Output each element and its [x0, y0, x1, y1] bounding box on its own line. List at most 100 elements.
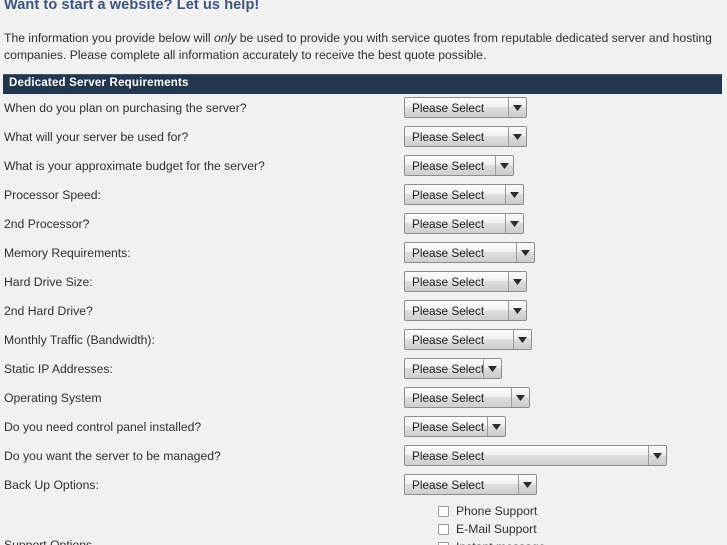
section-header-title: Dedicated Server Requirements — [9, 77, 189, 89]
support-option-label: Phone Support — [456, 504, 538, 518]
select-selected-value: Please Select — [412, 100, 485, 115]
select-selected-value: Please Select — [412, 216, 485, 231]
select-selected-value: Please Select — [412, 274, 485, 289]
requirements-form: When do you plan on purchasing the serve… — [0, 96, 727, 545]
form-row: Back Up Options: Please Select — [0, 473, 727, 502]
form-row-label: Do you want the server to be managed? — [4, 449, 221, 463]
support-option[interactable]: E-Mail Support — [438, 520, 545, 538]
intro-emphasis: only — [214, 31, 237, 45]
form-row: Static IP Addresses: Please Select — [0, 357, 727, 386]
form-row: When do you plan on purchasing the serve… — [0, 96, 727, 125]
chevron-down-icon[interactable] — [505, 214, 523, 233]
form-row-field: Please Select — [404, 358, 502, 379]
form-row: 2nd Processor? Please Select — [0, 212, 727, 241]
form-row: Memory Requirements: Please Select — [0, 241, 727, 270]
select-dropdown[interactable]: Please Select — [404, 445, 667, 466]
chevron-down-icon[interactable] — [508, 301, 526, 320]
form-row-field: Please Select — [404, 126, 527, 147]
form-row-label: Operating System — [4, 391, 102, 405]
support-option[interactable]: Instant message — [438, 538, 545, 545]
select-dropdown[interactable]: Please Select — [404, 271, 527, 292]
form-row-field: Please Select — [404, 184, 524, 205]
form-row-label: 2nd Hard Drive? — [4, 304, 93, 318]
form-row-field: Please Select — [404, 300, 527, 321]
chevron-down-icon[interactable] — [508, 127, 526, 146]
select-dropdown[interactable]: Please Select — [404, 387, 530, 408]
form-row-label: Monthly Traffic (Bandwidth): — [4, 333, 155, 347]
checkbox-icon[interactable] — [438, 505, 449, 517]
select-selected-value: Please Select — [412, 361, 483, 376]
checkbox-icon[interactable] — [438, 541, 449, 545]
chevron-down-icon[interactable] — [487, 417, 505, 436]
support-option-label: Instant message — [456, 540, 545, 545]
form-row-label: Memory Requirements: — [4, 246, 131, 260]
chevron-down-icon[interactable] — [648, 446, 666, 465]
support-options-checkbox-group: Phone Support E-Mail Support Instant messa… — [438, 502, 545, 545]
chevron-down-icon[interactable] — [505, 185, 523, 204]
form-row-field: Please Select — [404, 387, 530, 408]
form-row-field: Please Select — [404, 271, 527, 292]
select-selected-value: Please Select — [412, 187, 485, 202]
chevron-down-icon[interactable] — [508, 98, 526, 117]
form-row: Do you need control panel installed? Plea… — [0, 415, 727, 444]
select-dropdown[interactable]: Please Select — [404, 97, 527, 118]
select-dropdown[interactable]: Please Select — [404, 155, 514, 176]
section-header-bar: Dedicated Server Requirements — [3, 74, 722, 94]
form-row-field: Please Select — [404, 474, 537, 495]
form-row-field: Please Select — [404, 416, 506, 437]
form-row-label: What will your server be used for? — [4, 130, 189, 144]
select-selected-value: Please Select — [412, 129, 485, 144]
form-row-field: Please Select — [404, 242, 535, 263]
select-selected-value: Please Select — [412, 303, 485, 318]
chevron-down-icon[interactable] — [516, 243, 534, 262]
form-row-field: Please Select — [404, 213, 524, 234]
select-dropdown[interactable]: Please Select — [404, 213, 524, 234]
select-selected-value: Please Select — [412, 419, 485, 434]
form-row-label: Back Up Options: — [4, 478, 99, 492]
form-row: Monthly Traffic (Bandwidth): Please Selec… — [0, 328, 727, 357]
form-row-label: What is your approximate budget for the … — [4, 159, 265, 173]
form-row-label: When do you plan on purchasing the serve… — [4, 101, 247, 115]
form-row: What will your server be used for? Please… — [0, 125, 727, 154]
select-selected-value: Please Select — [412, 245, 485, 260]
form-row-label: 2nd Processor? — [4, 217, 90, 231]
form-row-label: Do you need control panel installed? — [4, 420, 202, 434]
page-title: Want to start a website? Let us help! — [4, 0, 260, 13]
support-options-row: Support Options Phone Support E-Mail Supp… — [0, 502, 727, 545]
intro-paragraph: The information you provide below will o… — [4, 30, 724, 64]
select-dropdown[interactable]: Please Select — [404, 416, 506, 437]
select-dropdown[interactable]: Please Select — [404, 300, 527, 321]
form-row: Operating System Please Select — [0, 386, 727, 415]
intro-text-part1: The information you provide below will — [4, 31, 214, 45]
form-row: Do you want the server to be managed? Ple… — [0, 444, 727, 473]
chevron-down-icon[interactable] — [508, 272, 526, 291]
form-row: What is your approximate budget for the … — [0, 154, 727, 183]
form-row-field: Please Select — [404, 97, 527, 118]
chevron-down-icon[interactable] — [495, 156, 513, 175]
chevron-down-icon[interactable] — [518, 475, 536, 494]
select-dropdown[interactable]: Please Select — [404, 329, 532, 350]
form-row-label: Hard Drive Size: — [4, 275, 93, 289]
support-options-label: Support Options — [4, 538, 93, 545]
form-row: Hard Drive Size: Please Select — [0, 270, 727, 299]
form-row-field: Please Select — [404, 155, 514, 176]
select-dropdown[interactable]: Please Select — [404, 242, 535, 263]
support-option[interactable]: Phone Support — [438, 502, 545, 520]
form-row-field: Please Select — [404, 329, 532, 350]
chevron-down-icon[interactable] — [511, 388, 529, 407]
select-dropdown[interactable]: Please Select — [404, 184, 524, 205]
form-row: 2nd Hard Drive? Please Select — [0, 299, 727, 328]
form-row-label: Static IP Addresses: — [4, 362, 113, 376]
select-dropdown[interactable]: Please Select — [404, 126, 527, 147]
form-rows-container: When do you plan on purchasing the serve… — [0, 96, 727, 502]
select-selected-value: Please Select — [412, 448, 485, 463]
checkbox-icon[interactable] — [438, 523, 449, 535]
select-dropdown[interactable]: Please Select — [404, 358, 502, 379]
select-dropdown[interactable]: Please Select — [404, 474, 537, 495]
select-selected-value: Please Select — [412, 332, 485, 347]
form-row-field: Please Select — [404, 445, 667, 466]
chevron-down-icon[interactable] — [513, 330, 531, 349]
select-selected-value: Please Select — [412, 390, 485, 405]
form-row-label: Processor Speed: — [4, 188, 101, 202]
chevron-down-icon[interactable] — [483, 359, 501, 378]
